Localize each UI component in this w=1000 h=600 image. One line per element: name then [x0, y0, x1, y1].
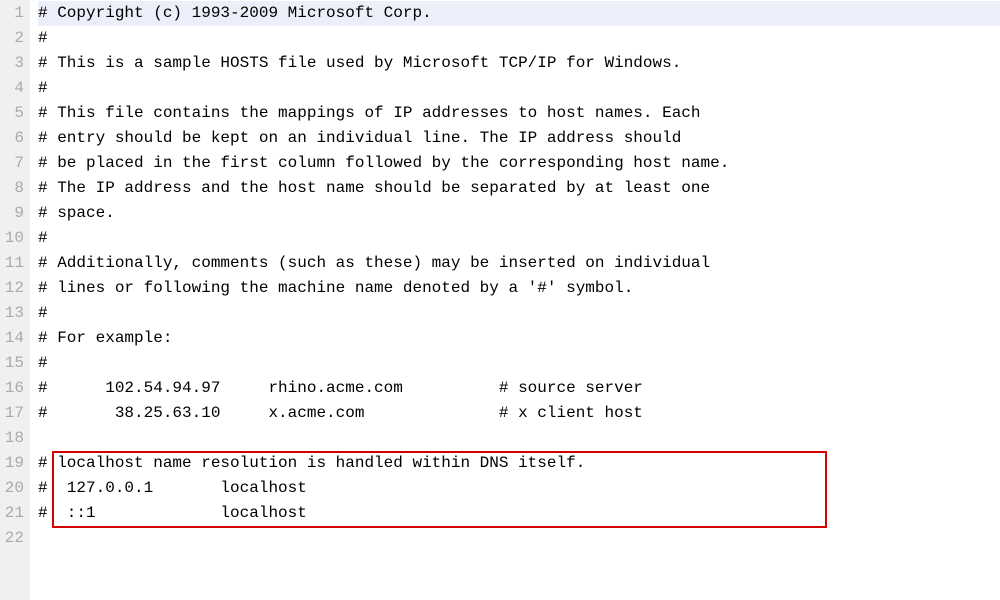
code-line: # For example: — [38, 326, 1000, 351]
code-line: # This is a sample HOSTS file used by Mi… — [38, 51, 1000, 76]
line-number: 4 — [4, 76, 24, 101]
code-line: # localhost name resolution is handled w… — [38, 451, 1000, 476]
code-line — [38, 426, 1000, 451]
code-line: # Additionally, comments (such as these)… — [38, 251, 1000, 276]
line-number: 12 — [4, 276, 24, 301]
code-line — [38, 526, 1000, 551]
line-number: 13 — [4, 301, 24, 326]
line-number: 21 — [4, 501, 24, 526]
line-number: 2 — [4, 26, 24, 51]
line-number: 3 — [4, 51, 24, 76]
line-number-gutter: 1 2 3 4 5 6 7 8 9 10 11 12 13 14 15 16 1… — [0, 0, 30, 600]
code-line: # Copyright (c) 1993-2009 Microsoft Corp… — [38, 1, 1000, 26]
code-line: # The IP address and the host name shoul… — [38, 176, 1000, 201]
code-line: # 102.54.94.97 rhino.acme.com # source s… — [38, 376, 1000, 401]
line-number: 22 — [4, 526, 24, 551]
line-number: 10 — [4, 226, 24, 251]
line-number: 17 — [4, 401, 24, 426]
code-line: # — [38, 76, 1000, 101]
line-number: 20 — [4, 476, 24, 501]
line-number: 14 — [4, 326, 24, 351]
text-editor: 1 2 3 4 5 6 7 8 9 10 11 12 13 14 15 16 1… — [0, 0, 1000, 600]
code-area[interactable]: # Copyright (c) 1993-2009 Microsoft Corp… — [30, 0, 1000, 600]
line-number: 18 — [4, 426, 24, 451]
line-number: 16 — [4, 376, 24, 401]
code-line: # entry should be kept on an individual … — [38, 126, 1000, 151]
code-line: # lines or following the machine name de… — [38, 276, 1000, 301]
code-line: # space. — [38, 201, 1000, 226]
line-number: 11 — [4, 251, 24, 276]
code-line: # be placed in the first column followed… — [38, 151, 1000, 176]
line-number: 1 — [4, 1, 24, 26]
line-number: 8 — [4, 176, 24, 201]
code-line: # — [38, 351, 1000, 376]
code-line: # — [38, 301, 1000, 326]
code-line: # 38.25.63.10 x.acme.com # x client host — [38, 401, 1000, 426]
line-number: 19 — [4, 451, 24, 476]
line-number: 6 — [4, 126, 24, 151]
code-line: # 127.0.0.1 localhost — [38, 476, 1000, 501]
line-number: 5 — [4, 101, 24, 126]
code-line: # — [38, 26, 1000, 51]
line-number: 15 — [4, 351, 24, 376]
code-line: # ::1 localhost — [38, 501, 1000, 526]
code-line: # — [38, 226, 1000, 251]
line-number: 9 — [4, 201, 24, 226]
code-line: # This file contains the mappings of IP … — [38, 101, 1000, 126]
line-number: 7 — [4, 151, 24, 176]
